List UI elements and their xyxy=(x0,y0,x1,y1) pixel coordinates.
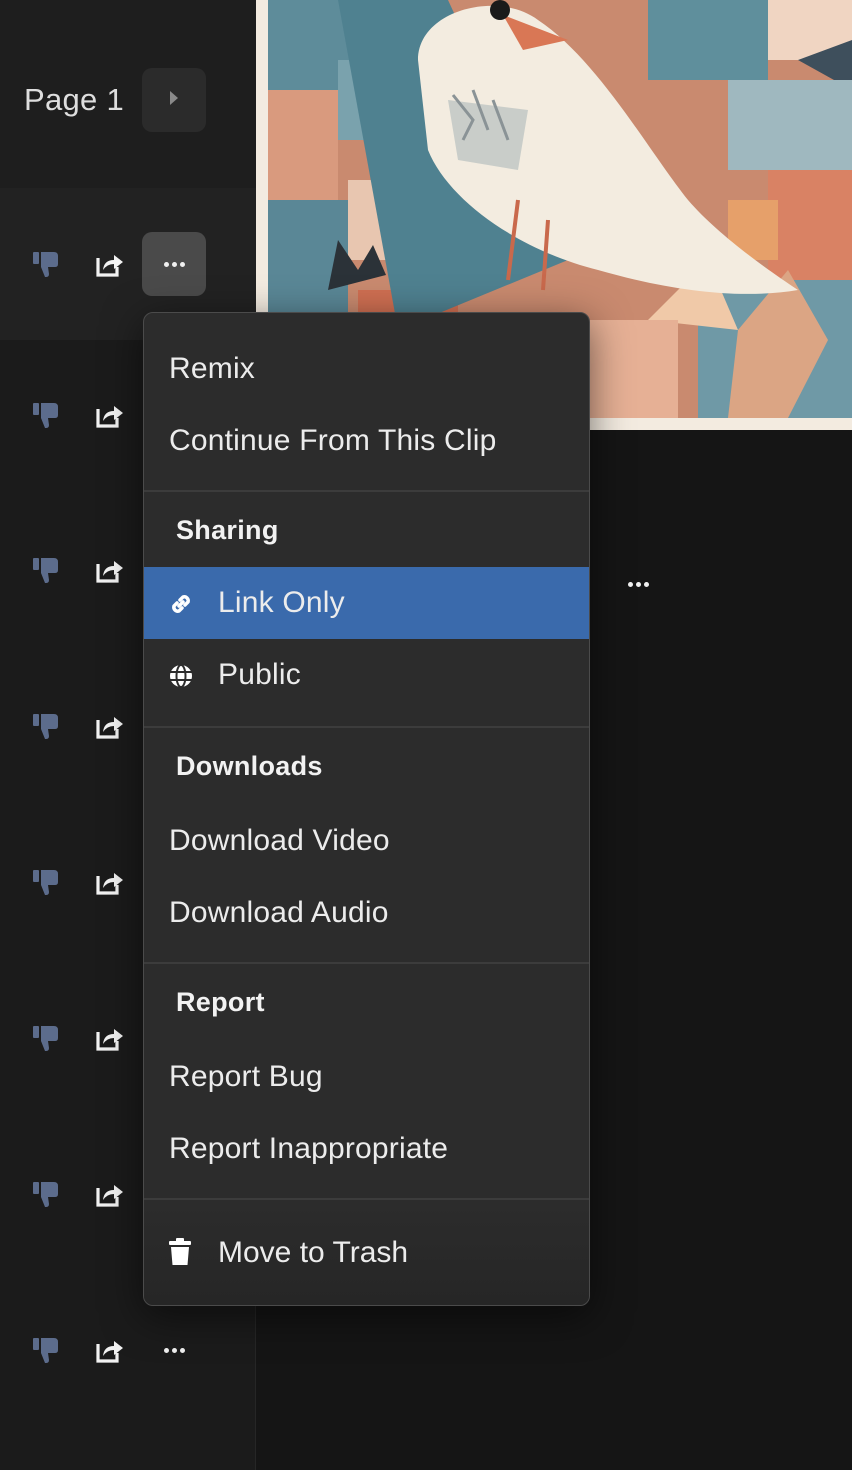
menu-separator xyxy=(144,962,589,964)
menu-item-label: Link Only xyxy=(218,586,345,619)
link-icon xyxy=(166,589,196,619)
page-label: Page 1 xyxy=(24,82,125,117)
menu-item-label: Remix xyxy=(169,352,256,385)
section-header-downloads: Downloads xyxy=(176,751,323,781)
thumbs-down-icon[interactable] xyxy=(26,850,66,914)
menu-item-report-inappropriate[interactable]: Report Inappropriate xyxy=(144,1113,589,1185)
menu-item-move-to-trash[interactable]: Move to Trash xyxy=(144,1201,589,1305)
pager: Page 1 xyxy=(0,0,256,188)
more-dots-icon xyxy=(163,261,185,267)
thumbs-down-icon[interactable] xyxy=(26,1318,66,1382)
globe-icon xyxy=(166,661,196,691)
more-options-button[interactable] xyxy=(142,1318,206,1382)
thumbs-down-icon[interactable] xyxy=(26,232,66,296)
share-icon[interactable] xyxy=(90,232,130,296)
next-page-button[interactable] xyxy=(142,68,206,132)
menu-item-remix[interactable]: Remix xyxy=(144,333,589,405)
menu-item-label: Report Inappropriate xyxy=(169,1132,449,1165)
menu-item-label: Public xyxy=(218,658,301,691)
share-icon[interactable] xyxy=(90,1318,130,1382)
menu-item-public[interactable]: Public xyxy=(144,639,589,711)
share-icon[interactable] xyxy=(90,1006,130,1070)
menu-item-label: Report Bug xyxy=(169,1060,323,1093)
more-options-button[interactable] xyxy=(606,552,670,616)
share-icon[interactable] xyxy=(90,383,130,447)
more-options-button[interactable] xyxy=(142,232,206,296)
thumbs-down-icon[interactable] xyxy=(26,538,66,602)
menu-item-continue-from-clip[interactable]: Continue From This Clip xyxy=(144,405,589,477)
menu-separator xyxy=(144,1198,589,1200)
app-page: Page 1 Remix Continue From This Clip Sha… xyxy=(0,0,852,1470)
menu-separator xyxy=(144,490,589,492)
share-icon[interactable] xyxy=(90,538,130,602)
menu-item-download-video[interactable]: Download Video xyxy=(144,805,589,877)
menu-item-download-audio[interactable]: Download Audio xyxy=(144,877,589,949)
thumbs-down-icon[interactable] xyxy=(26,1162,66,1226)
menu-item-label: Download Video xyxy=(169,824,390,857)
menu-item-label: Move to Trash xyxy=(218,1236,409,1269)
share-icon[interactable] xyxy=(90,1162,130,1226)
menu-item-label: Continue From This Clip xyxy=(169,424,497,457)
share-icon[interactable] xyxy=(90,694,130,758)
thumbs-down-icon[interactable] xyxy=(26,1006,66,1070)
thumbs-down-icon[interactable] xyxy=(26,383,66,447)
menu-separator xyxy=(144,726,589,728)
more-dots-icon xyxy=(163,1347,185,1353)
clip-row xyxy=(0,232,256,296)
menu-item-link-only[interactable]: Link Only xyxy=(144,567,589,639)
menu-item-report-bug[interactable]: Report Bug xyxy=(144,1041,589,1113)
section-header-report: Report xyxy=(176,987,265,1017)
share-icon[interactable] xyxy=(90,850,130,914)
thumbs-down-icon[interactable] xyxy=(26,694,66,758)
clip-row xyxy=(0,1318,256,1382)
trash-icon xyxy=(168,1238,192,1271)
clip-context-menu: Remix Continue From This Clip Sharing Li… xyxy=(143,312,590,1306)
section-header-sharing: Sharing xyxy=(176,515,279,545)
menu-item-label: Download Audio xyxy=(169,896,389,929)
more-dots-icon xyxy=(627,581,649,587)
caret-right-icon xyxy=(167,89,181,112)
